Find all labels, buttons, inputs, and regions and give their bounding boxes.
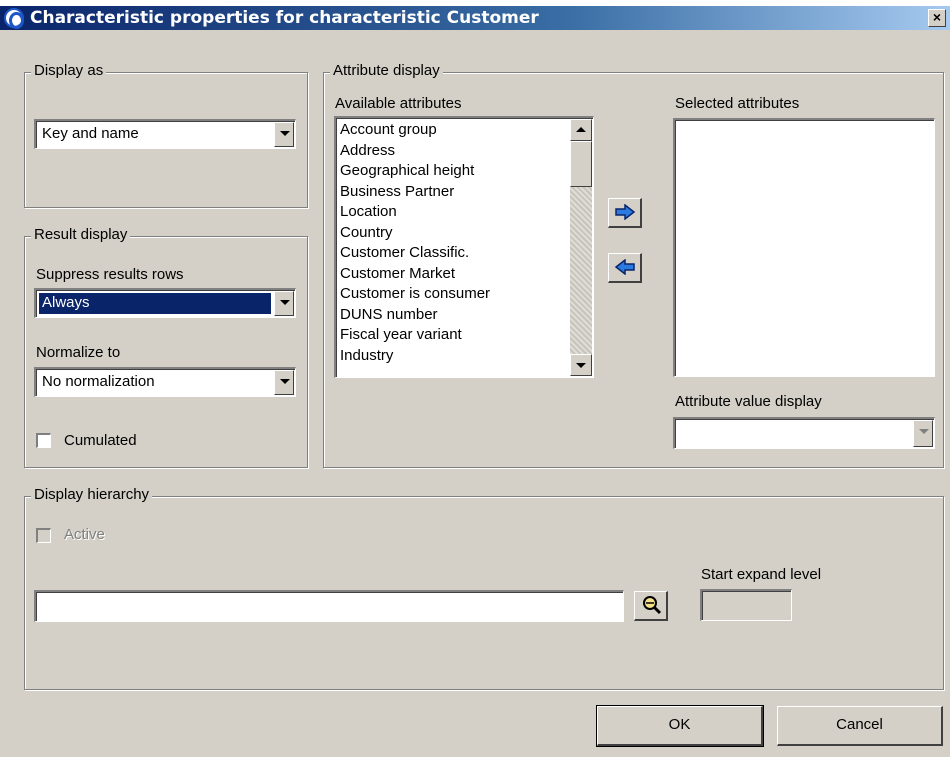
ok-button-label: OK <box>668 716 691 733</box>
list-item[interactable]: Customer Market <box>340 264 455 284</box>
list-item[interactable]: Customer Classific. <box>340 243 469 263</box>
list-item[interactable]: Account group <box>340 120 437 140</box>
suppress-results-selection: Always <box>38 292 272 315</box>
display-as-legend: Display as <box>31 62 107 79</box>
display-as-select[interactable]: Key and name <box>34 119 296 149</box>
suppress-results-label: Suppress results rows <box>36 266 184 283</box>
chevron-down-icon[interactable] <box>274 122 294 147</box>
chevron-down-icon[interactable] <box>274 291 294 316</box>
scroll-down-icon[interactable] <box>570 354 592 376</box>
chevron-down-icon[interactable] <box>274 370 294 395</box>
active-label: Active <box>64 526 105 543</box>
list-item[interactable]: Address <box>340 141 395 161</box>
scroll-thumb[interactable] <box>570 141 592 187</box>
suppress-results-value: Always <box>42 294 90 311</box>
start-expand-level-input[interactable] <box>700 589 792 621</box>
close-button[interactable]: × <box>928 9 946 27</box>
active-checkbox[interactable] <box>36 528 51 543</box>
list-item[interactable]: Industry <box>340 346 393 366</box>
right-arrow-icon <box>615 204 636 220</box>
available-attributes-list[interactable]: Account group Address Geographical height B… <box>334 116 594 378</box>
magnifier-icon <box>643 596 662 615</box>
start-expand-level-label: Start expand level <box>701 566 822 583</box>
hierarchy-input[interactable] <box>34 590 624 622</box>
list-item[interactable]: Location <box>340 202 397 222</box>
list-item[interactable]: Fiscal year variant <box>340 325 462 345</box>
display-hierarchy-legend: Display hierarchy <box>31 486 153 503</box>
move-left-button[interactable] <box>608 253 642 283</box>
normalize-select[interactable]: No normalization <box>34 367 296 397</box>
list-item[interactable]: DUNS number <box>340 305 438 325</box>
display-as-value: Key and name <box>42 125 139 142</box>
available-attributes-label: Available attributes <box>335 95 462 112</box>
cancel-button[interactable]: Cancel <box>777 706 943 746</box>
left-arrow-icon <box>614 259 635 275</box>
normalize-value: No normalization <box>42 373 155 390</box>
hierarchy-search-button[interactable] <box>634 591 668 621</box>
cumulated-checkbox[interactable] <box>36 433 51 448</box>
scroll-up-icon[interactable] <box>570 119 592 141</box>
window-title: Characteristic properties for characteri… <box>30 8 539 28</box>
cumulated-label: Cumulated <box>64 432 137 449</box>
normalize-label: Normalize to <box>36 344 121 361</box>
attribute-value-display-select[interactable] <box>673 417 935 449</box>
list-item[interactable]: Country <box>340 223 393 243</box>
result-display-legend: Result display <box>31 226 131 243</box>
vertical-scrollbar[interactable] <box>570 119 592 376</box>
selected-attributes-label: Selected attributes <box>675 95 800 112</box>
list-item[interactable]: Geographical height <box>340 161 474 181</box>
app-icon <box>4 8 24 29</box>
ok-button[interactable]: OK <box>596 705 764 747</box>
suppress-results-select[interactable]: Always <box>34 288 296 318</box>
list-item[interactable]: Customer is consumer <box>340 284 490 304</box>
move-right-button[interactable] <box>608 198 642 228</box>
list-item[interactable]: Business Partner <box>340 182 454 202</box>
title-bar: Characteristic properties for characteri… <box>0 6 950 30</box>
selected-attributes-list[interactable] <box>673 118 935 377</box>
attribute-value-display-label: Attribute value display <box>675 393 822 410</box>
chevron-down-icon[interactable] <box>913 420 933 447</box>
cancel-button-label: Cancel <box>836 716 883 733</box>
attribute-display-legend: Attribute display <box>330 62 443 79</box>
